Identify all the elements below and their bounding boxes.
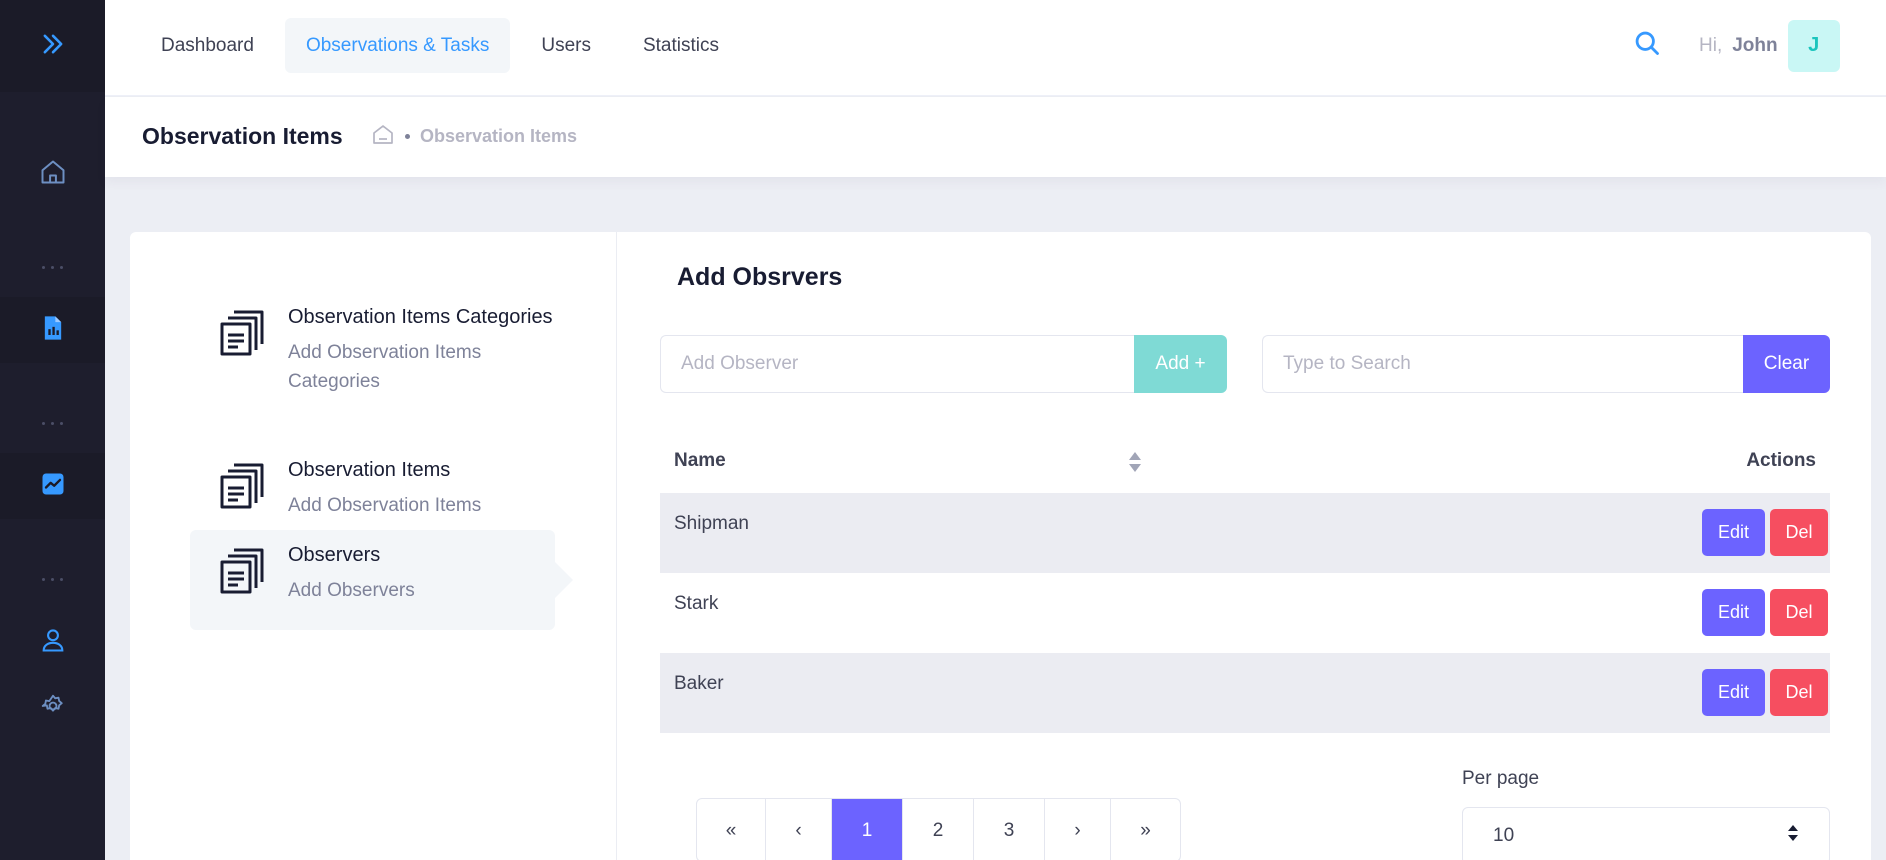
delete-button[interactable]: Del: [1770, 669, 1828, 716]
observer-name: Shipman: [674, 513, 749, 534]
sidebar-item-settings[interactable]: [0, 675, 105, 741]
menu-item-title: Observation Items Categories: [288, 306, 553, 328]
pagination-page[interactable]: 3: [974, 799, 1045, 860]
page-title: Observation Items: [142, 123, 343, 149]
menu-item-title: Observers: [288, 544, 381, 566]
delete-button[interactable]: Del: [1770, 509, 1828, 556]
documents-icon: [218, 546, 268, 596]
pagination-prev[interactable]: ‹: [766, 799, 832, 860]
menu-item-title: Observation Items: [288, 459, 451, 481]
home-icon[interactable]: [371, 122, 395, 151]
sidebar-item-home[interactable]: [0, 141, 105, 207]
user-icon: [39, 626, 67, 659]
row-actions: Edit Del: [1702, 509, 1828, 556]
menu-item-subtitle: Add Observers: [288, 580, 415, 601]
nav-dashboard[interactable]: Dashboard: [140, 18, 275, 73]
sidebar-separator: [0, 257, 105, 277]
settings-menu: Observation Items Categories Add Observa…: [130, 232, 617, 860]
pagination-page[interactable]: 2: [903, 799, 974, 860]
trend-chart-icon: [39, 470, 67, 503]
table-header: Name Actions: [660, 429, 1830, 493]
sidebar-separator: [0, 413, 105, 433]
add-observer-input[interactable]: [660, 335, 1134, 393]
row-actions: Edit Del: [1702, 669, 1828, 716]
edit-button[interactable]: Edit: [1702, 589, 1765, 636]
delete-button[interactable]: Del: [1770, 589, 1828, 636]
table-row: Stark Edit Del: [660, 573, 1830, 653]
column-header-name[interactable]: Name: [674, 450, 726, 472]
documents-icon: [218, 461, 268, 511]
edit-button[interactable]: Edit: [1702, 669, 1765, 716]
observers-table: Name Actions Shipman Edit Del Stark Edit…: [660, 429, 1830, 733]
pagination-page[interactable]: 1: [832, 799, 903, 860]
pagination-first[interactable]: «: [697, 799, 766, 860]
menu-item-subtitle: Add Observation Items: [288, 495, 482, 516]
top-header: Dashboard Observations & Tasks Users Sta…: [105, 0, 1886, 96]
table-row: Shipman Edit Del: [660, 493, 1830, 573]
add-observer-button[interactable]: Add +: [1134, 335, 1227, 393]
clear-search-button[interactable]: Clear: [1743, 335, 1830, 393]
search-button[interactable]: [1630, 28, 1664, 62]
observers-panel: Add Obsrvers Add + Clear Name Actions Sh…: [617, 232, 1871, 860]
gear-icon: [40, 693, 66, 724]
search-icon: [1633, 29, 1661, 62]
content-card: Observation Items Categories Add Observa…: [130, 232, 1871, 860]
per-page-label: Per page: [1462, 768, 1540, 789]
observer-name: Baker: [674, 673, 724, 694]
breadcrumb: Observation Items: [371, 121, 577, 151]
top-nav: Dashboard Observations & Tasks Users Sta…: [140, 18, 740, 73]
search-input[interactable]: [1262, 335, 1743, 393]
menu-item-observation-items[interactable]: Observation Items Add Observation Items: [190, 445, 555, 532]
edit-button[interactable]: Edit: [1702, 509, 1765, 556]
select-arrows-icon: [1787, 824, 1799, 848]
documents-icon: [218, 308, 268, 358]
menu-item-observation-items-categories[interactable]: Observation Items Categories Add Observa…: [190, 292, 555, 408]
sidebar-item-observations[interactable]: [0, 297, 105, 363]
search-form: Clear: [1262, 335, 1830, 393]
pagination: « ‹ 1 2 3 › »: [696, 798, 1181, 860]
document-chart-icon: [39, 314, 67, 347]
breadcrumb-separator: [405, 133, 410, 139]
section-title: Add Obsrvers: [677, 263, 843, 291]
user-name: John: [1732, 34, 1778, 56]
column-header-actions: Actions: [1746, 450, 1816, 471]
row-actions: Edit Del: [1702, 589, 1828, 636]
nav-users[interactable]: Users: [520, 18, 612, 73]
user-menu[interactable]: Hi, John J: [1699, 18, 1840, 73]
breadcrumb-current[interactable]: Observation Items: [420, 126, 577, 147]
pagination-last[interactable]: »: [1111, 799, 1180, 860]
double-chevron-right-icon: [39, 30, 67, 63]
sidebar-item-statistics[interactable]: [0, 453, 105, 519]
menu-item-observers[interactable]: Observers Add Observers: [190, 530, 573, 630]
table-row: Baker Edit Del: [660, 653, 1830, 733]
avatar[interactable]: J: [1787, 19, 1840, 72]
sort-icon[interactable]: [1128, 451, 1142, 473]
greeting: Hi,: [1699, 34, 1723, 56]
home-icon: [39, 158, 67, 191]
sidebar: [0, 0, 105, 860]
sidebar-item-users[interactable]: [0, 609, 105, 675]
menu-item-subtitle: Add Observation Items Categories: [288, 342, 482, 392]
nav-statistics[interactable]: Statistics: [622, 18, 740, 73]
sidebar-toggle[interactable]: [0, 0, 105, 92]
add-observer-form: Add +: [660, 335, 1227, 393]
observer-name: Stark: [674, 593, 719, 614]
sidebar-separator: [0, 569, 105, 589]
per-page-select[interactable]: 10: [1462, 807, 1830, 860]
per-page-value: 10: [1493, 825, 1515, 846]
pagination-next[interactable]: ›: [1045, 799, 1111, 860]
subheader: Observation Items Observation Items: [105, 97, 1886, 177]
nav-observations-tasks[interactable]: Observations & Tasks: [284, 18, 511, 73]
